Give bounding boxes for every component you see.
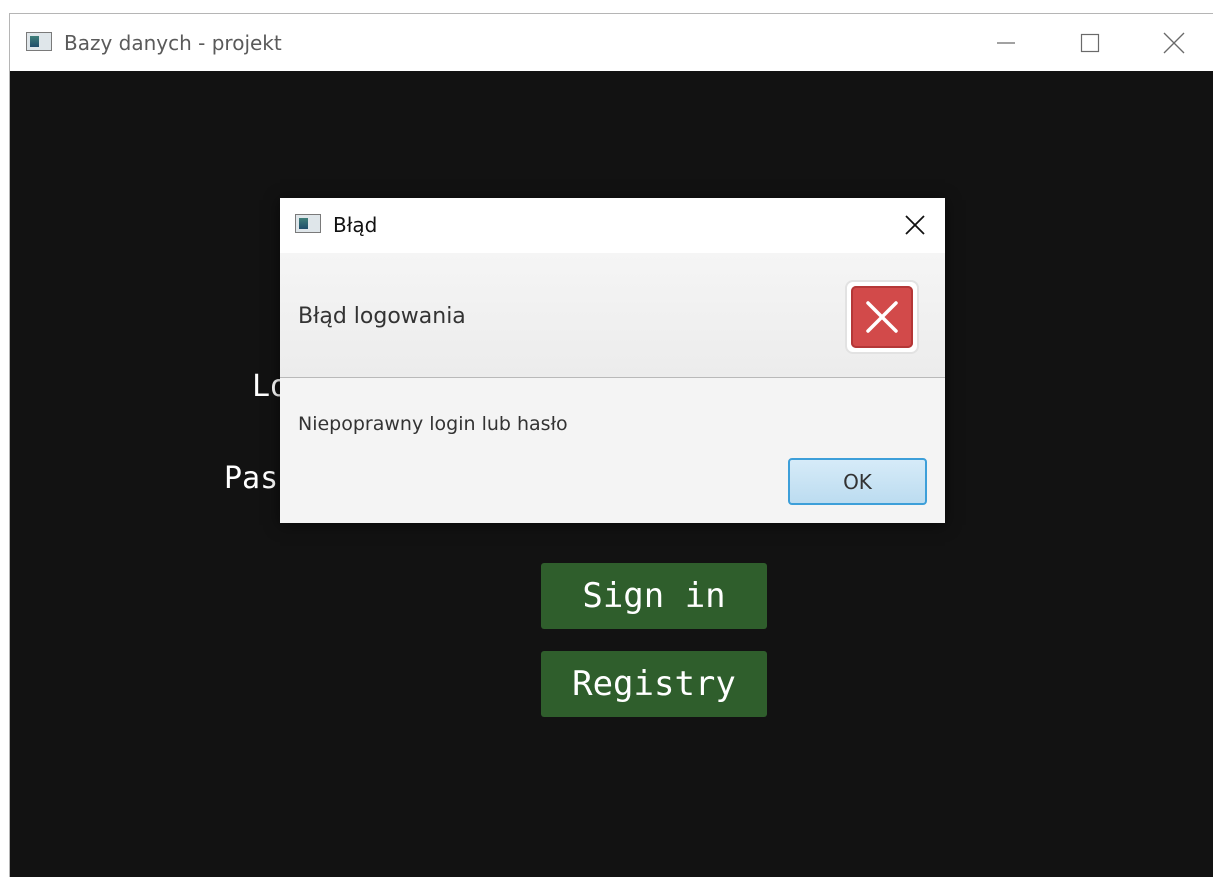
- app-window-icon: [26, 32, 52, 51]
- dialog-header-text: Błąd logowania: [298, 304, 466, 329]
- close-icon: [1163, 32, 1185, 53]
- dialog-message: Niepoprawny login lub hasło: [298, 413, 568, 435]
- registry-button[interactable]: Registry: [541, 651, 767, 717]
- dialog-header: Błąd logowania: [280, 253, 945, 378]
- dialog-window-icon: [295, 214, 321, 233]
- error-dialog: Błąd Błąd logowania Niepoprawny login lu…: [280, 198, 945, 523]
- close-button[interactable]: [1132, 14, 1213, 71]
- dialog-title: Błąd: [333, 213, 378, 237]
- maximize-button[interactable]: [1048, 14, 1132, 71]
- dialog-titlebar[interactable]: Błąd: [280, 198, 945, 253]
- ok-button[interactable]: OK: [788, 458, 927, 505]
- window-titlebar[interactable]: Bazy danych - projekt: [10, 14, 1213, 71]
- sign-in-button[interactable]: Sign in: [541, 563, 767, 629]
- error-icon: [845, 280, 919, 354]
- dialog-close-button[interactable]: [892, 206, 938, 244]
- maximize-icon: [1080, 33, 1100, 52]
- close-icon: [905, 215, 925, 235]
- minimize-icon: [997, 41, 1015, 44]
- minimize-button[interactable]: [964, 14, 1048, 71]
- window-title: Bazy danych - projekt: [64, 31, 282, 55]
